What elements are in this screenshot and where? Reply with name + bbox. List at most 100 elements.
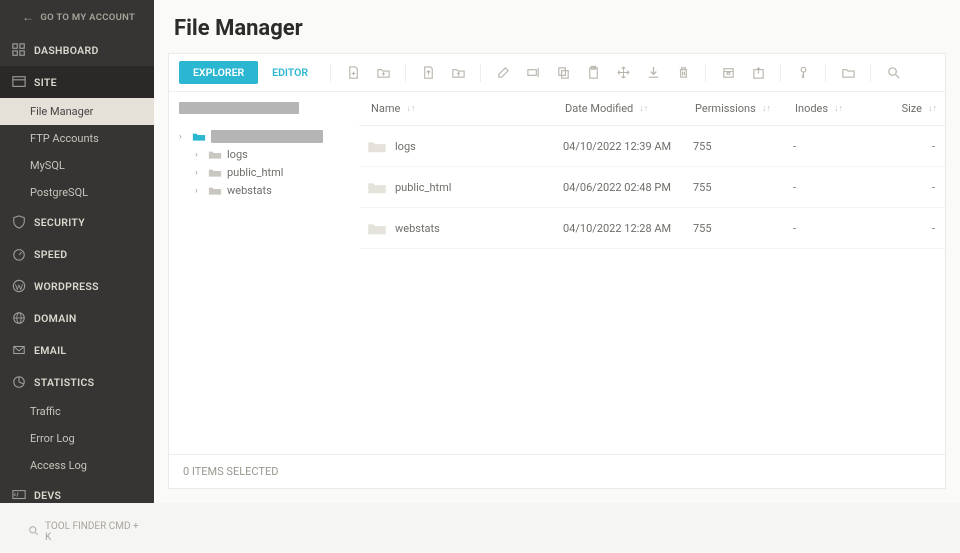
sidebar-item-email[interactable]: EMAIL [0, 334, 154, 366]
wordpress-icon [12, 279, 26, 293]
paste-icon[interactable] [579, 62, 607, 84]
sidebar-item-file-manager[interactable]: File Manager [0, 98, 154, 125]
sort-icon: ↓↑ [834, 103, 843, 114]
cell-size: - [875, 181, 935, 194]
table-row[interactable]: logs 04/10/2022 12:39 AM 755 - - [359, 126, 945, 167]
file-upload-icon[interactable] [414, 62, 442, 84]
tree-item-public-html[interactable]: › public_html [179, 164, 349, 181]
go-to-account-link[interactable]: ← GO TO MY ACCOUNT [0, 0, 154, 34]
breadcrumb-redacted [179, 102, 299, 114]
cell-size: - [875, 222, 935, 235]
tool-finder-label: TOOL FINDER CMD + K [45, 521, 142, 543]
sidebar-item-ftp-accounts[interactable]: FTP Accounts [0, 125, 154, 152]
cell-name: public_html [395, 181, 451, 194]
separator [480, 64, 481, 82]
separator [870, 64, 871, 82]
tab-explorer[interactable]: EXPLORER [179, 61, 258, 84]
folder-icon [367, 219, 389, 237]
sidebar-security-label: SECURITY [34, 216, 85, 229]
cell-inodes: - [793, 222, 875, 235]
edit-icon[interactable] [489, 62, 517, 84]
file-table: Name↓↑ Date Modified↓↑ Permissions↓↑ Ino… [359, 92, 945, 454]
archive-icon[interactable] [714, 62, 742, 84]
selection-count: 0 ITEMS SELECTED [183, 465, 278, 478]
sidebar-speed-label: SPEED [34, 248, 67, 261]
dashboard-icon [12, 43, 26, 57]
table-row[interactable]: public_html 04/06/2022 02:48 PM 755 - - [359, 167, 945, 208]
delete-icon[interactable] [669, 62, 697, 84]
cell-inodes: - [793, 181, 875, 194]
sidebar-item-wordpress[interactable]: WORDPRESS [0, 270, 154, 302]
page-title: File Manager [154, 0, 960, 53]
sidebar-item-devs[interactable]: DEVS [0, 479, 154, 511]
move-icon[interactable] [609, 62, 637, 84]
column-date[interactable]: Date Modified↓↑ [565, 102, 695, 115]
sidebar-dashboard-label: DASHBOARD [34, 44, 99, 57]
sidebar-item-dashboard[interactable]: DASHBOARD [0, 34, 154, 66]
rename-icon[interactable] [519, 62, 547, 84]
statistics-icon [12, 375, 26, 389]
content-area: › › logs › public_html › [169, 92, 945, 454]
new-file-icon[interactable] [339, 62, 367, 84]
sort-icon: ↓↑ [406, 103, 415, 114]
tool-finder[interactable]: TOOL FINDER CMD + K [0, 511, 154, 553]
go-to-account-label: GO TO MY ACCOUNT [40, 12, 135, 23]
sidebar-item-speed[interactable]: SPEED [0, 238, 154, 270]
cell-name: webstats [395, 222, 440, 235]
cell-perm: 755 [693, 181, 793, 194]
column-permissions[interactable]: Permissions↓↑ [695, 102, 795, 115]
sidebar-item-access-log[interactable]: Access Log [0, 452, 154, 479]
speed-icon [12, 247, 26, 261]
chevron-right-icon: › [195, 150, 203, 160]
cell-date: 04/10/2022 12:28 AM [563, 222, 693, 235]
tree-item-label: logs [227, 148, 248, 161]
cell-size: - [875, 140, 935, 153]
sidebar: ← GO TO MY ACCOUNT DASHBOARD SITE File M… [0, 0, 154, 503]
cell-date: 04/06/2022 02:48 PM [563, 181, 693, 194]
column-size[interactable]: Size↓↑ [877, 102, 937, 115]
download-icon[interactable] [639, 62, 667, 84]
search-toolbar-icon[interactable] [879, 62, 907, 84]
sidebar-item-security[interactable]: SECURITY [0, 206, 154, 238]
site-icon [12, 75, 26, 89]
tree-item-label: webstats [227, 184, 272, 197]
table-row[interactable]: webstats 04/10/2022 12:28 AM 755 - - [359, 208, 945, 249]
devs-icon [12, 488, 26, 502]
status-bar: 0 ITEMS SELECTED [169, 454, 945, 488]
sidebar-item-site[interactable]: SITE [0, 66, 154, 98]
sidebar-item-mysql[interactable]: MySQL [0, 152, 154, 179]
separator [780, 64, 781, 82]
column-inodes[interactable]: Inodes↓↑ [795, 102, 877, 115]
sidebar-item-domain[interactable]: DOMAIN [0, 302, 154, 334]
open-folder-icon[interactable] [834, 62, 862, 84]
toolbar: EXPLORER EDITOR [169, 54, 945, 92]
sidebar-item-statistics[interactable]: STATISTICS [0, 366, 154, 398]
sidebar-item-postgresql[interactable]: PostgreSQL [0, 179, 154, 206]
folder-icon [208, 149, 222, 161]
copy-icon[interactable] [549, 62, 577, 84]
column-name[interactable]: Name↓↑ [367, 102, 565, 115]
separator [705, 64, 706, 82]
new-folder-icon[interactable] [369, 62, 397, 84]
tab-editor[interactable]: EDITOR [258, 61, 322, 84]
sidebar-item-error-log[interactable]: Error Log [0, 425, 154, 452]
cell-perm: 755 [693, 140, 793, 153]
extract-icon[interactable] [744, 62, 772, 84]
tree-item-webstats[interactable]: › webstats [179, 182, 349, 199]
separator [405, 64, 406, 82]
shield-icon [12, 215, 26, 229]
folder-open-icon [192, 131, 206, 143]
tree-root[interactable]: › [179, 128, 349, 145]
chevron-right-icon: › [179, 132, 187, 142]
folder-tree: › › logs › public_html › [169, 92, 359, 454]
main: File Manager EXPLORER EDITOR [154, 0, 960, 503]
tree-item-logs[interactable]: › logs [179, 146, 349, 163]
folder-upload-icon[interactable] [444, 62, 472, 84]
sidebar-item-traffic[interactable]: Traffic [0, 398, 154, 425]
cell-date: 04/10/2022 12:39 AM [563, 140, 693, 153]
separator [825, 64, 826, 82]
cell-name: logs [395, 140, 416, 153]
sort-icon: ↓↑ [762, 103, 771, 114]
permissions-icon[interactable] [789, 62, 817, 84]
sidebar-site-label: SITE [34, 76, 57, 89]
